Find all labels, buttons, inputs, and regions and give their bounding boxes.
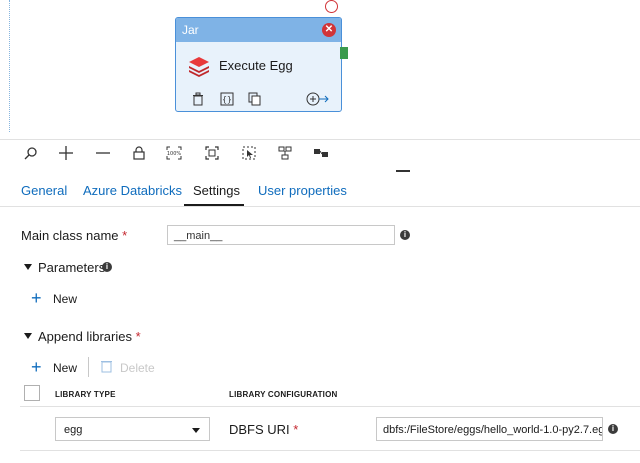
delete-library-button: Delete (120, 361, 155, 375)
tab-general[interactable]: General (21, 183, 67, 198)
canvas-toolbar: 100% (0, 140, 640, 170)
databricks-logo-icon (189, 57, 209, 77)
required-marker: * (135, 329, 141, 344)
active-tab-indicator (184, 204, 244, 206)
dbfs-uri-input[interactable]: dbfs:/FileStore/eggs/hello_world-1.0-py2… (376, 417, 603, 441)
main-class-input[interactable]: __main__ (167, 225, 395, 245)
tab-settings[interactable]: Settings (193, 183, 240, 198)
column-header-library-type: LIBRARY TYPE (55, 390, 116, 399)
code-icon[interactable]: {} (220, 92, 234, 111)
new-library-button[interactable]: New (53, 361, 77, 375)
toolbar-divider (396, 170, 410, 172)
canvas-boundary (9, 0, 10, 132)
search-icon[interactable] (22, 146, 40, 164)
activity-card-header: Jar ✕ (176, 18, 341, 42)
tab-user-properties[interactable]: User properties (258, 183, 347, 198)
copy-icon[interactable] (248, 92, 262, 111)
info-icon[interactable]: i (400, 230, 410, 240)
info-icon[interactable]: i (608, 424, 618, 434)
column-header-library-configuration: LIBRARY CONFIGURATION (229, 390, 338, 399)
pipeline-canvas[interactable]: Jar ✕ Execute Egg {} (0, 0, 640, 140)
activity-type-label: Jar (182, 23, 199, 37)
activity-card-body: Execute Egg {} (176, 42, 341, 111)
table-row-divider (20, 450, 640, 451)
library-type-select[interactable]: egg (55, 417, 210, 441)
delete-icon[interactable] (192, 92, 204, 111)
svg-text:{}: {} (222, 95, 232, 104)
fit-to-screen-icon[interactable] (203, 146, 221, 164)
required-marker: * (122, 228, 128, 243)
tab-azure-databricks[interactable]: Azure Databricks (83, 183, 182, 198)
dbfs-uri-label-text: DBFS URI (229, 422, 290, 437)
button-divider (88, 357, 89, 377)
zoom-in-icon[interactable] (57, 146, 75, 164)
chevron-down-icon (192, 428, 200, 433)
delete-icon (101, 359, 112, 373)
activity-actions: {} (188, 92, 338, 108)
collapse-parameters-icon[interactable] (24, 264, 32, 270)
table-header-divider (20, 406, 640, 407)
auto-align-icon[interactable] (276, 146, 294, 164)
zoom-out-icon[interactable] (94, 146, 112, 164)
select-all-checkbox[interactable] (24, 385, 40, 401)
required-marker: * (293, 422, 299, 437)
add-output-icon[interactable] (306, 92, 330, 111)
add-icon[interactable]: + (31, 289, 42, 307)
library-type-value: egg (64, 424, 83, 436)
success-output-connector[interactable] (340, 47, 348, 59)
main-class-label: Main class name * (21, 228, 127, 243)
new-parameter-button[interactable]: New (53, 292, 77, 306)
close-icon[interactable]: ✕ (322, 23, 336, 37)
svg-text:100%: 100% (167, 151, 182, 157)
collapse-libraries-icon[interactable] (24, 333, 32, 339)
activity-name: Execute Egg (219, 58, 293, 73)
lock-icon[interactable] (130, 146, 148, 164)
activity-card[interactable]: Jar ✕ Execute Egg {} (175, 17, 342, 112)
append-libraries-label-text: Append libraries (38, 329, 132, 344)
parameters-label: Parameters (38, 260, 106, 275)
layout-icon[interactable] (312, 146, 330, 164)
add-icon[interactable]: + (31, 358, 42, 376)
info-icon[interactable]: i (102, 262, 112, 272)
select-icon[interactable] (240, 146, 258, 164)
main-class-label-text: Main class name (21, 228, 119, 243)
zoom-100-icon[interactable]: 100% (165, 146, 183, 164)
connection-handle[interactable] (325, 0, 338, 13)
append-libraries-label: Append libraries * (38, 329, 141, 344)
dbfs-uri-label: DBFS URI * (229, 422, 298, 437)
properties-tabs: General Azure Databricks Settings User p… (0, 176, 640, 207)
